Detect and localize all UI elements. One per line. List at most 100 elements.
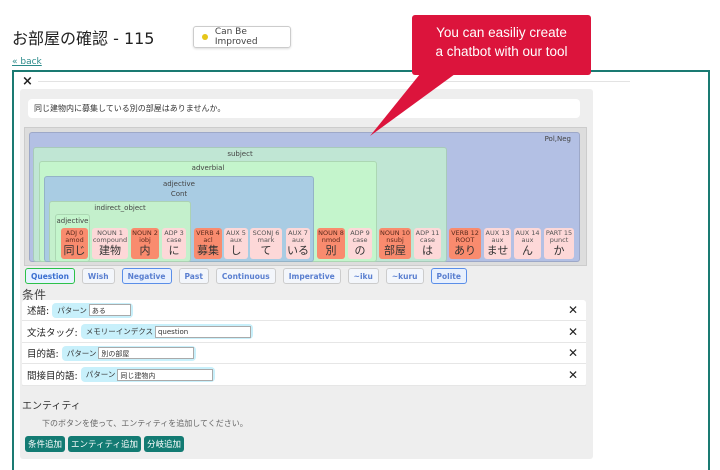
status-badge[interactable]: Can Be Improved <box>193 26 291 48</box>
token[interactable]: NOUN 2 iobj 内 <box>131 228 159 259</box>
token-word: あり <box>454 244 476 257</box>
token[interactable]: AUX 14 aux ん <box>514 228 541 259</box>
tag-negative[interactable]: Negative <box>121 268 172 284</box>
token[interactable]: ADP 9 case の <box>348 228 372 259</box>
token-dep: compound <box>92 236 128 244</box>
token-dep: aux <box>230 236 242 244</box>
token[interactable]: ADP 11 case は <box>414 228 441 259</box>
token-word: 部屋 <box>384 244 406 257</box>
tree-box-label: indirect_object <box>94 204 146 212</box>
tag-iku[interactable]: ~iku <box>347 268 379 284</box>
remove-condition-icon[interactable]: ✕ <box>568 346 578 360</box>
condition-row: 文法タッグ: メモリーインデクス question ✕ <box>22 322 586 343</box>
condition-type: パターン <box>66 348 97 358</box>
tree-box-label: adverbial <box>191 164 225 172</box>
remove-condition-icon[interactable]: ✕ <box>568 368 578 382</box>
token-word: ん <box>522 244 533 257</box>
token-dep: case <box>352 236 368 244</box>
remove-condition-icon[interactable]: ✕ <box>568 325 578 339</box>
add-entity-button[interactable]: エンティティ追加 <box>68 436 141 452</box>
tree-box-sublabel: Cont <box>170 190 188 198</box>
token-word: いる <box>287 244 309 257</box>
tag-imperative[interactable]: Imperative <box>282 268 341 284</box>
token-dep: amod <box>65 236 84 244</box>
token-word: 内 <box>139 244 151 257</box>
token-word: か <box>553 244 565 257</box>
add-condition-button[interactable]: 条件追加 <box>25 436 66 452</box>
condition-row: 間接目的語: パターン 同じ建物内 ✕ <box>22 365 586 386</box>
grammar-tags: Question Wish Negative Past Continuous Impera… <box>25 268 467 284</box>
tree-box-label: subject <box>227 150 253 158</box>
condition-label: 文法タッグ: <box>27 327 78 339</box>
token[interactable]: NOUN 8 nmod 別 <box>317 228 345 259</box>
callout-pointer <box>370 74 455 136</box>
token-dep: aux <box>521 236 534 244</box>
tag-polite[interactable]: Polite <box>430 268 467 284</box>
token-word: 建物 <box>99 244 121 257</box>
remove-condition-icon[interactable]: ✕ <box>568 303 578 317</box>
sentence-text: 同じ建物内に募集している別の部屋はありませんか。 <box>28 99 580 118</box>
token[interactable]: SCONJ 6 mark て <box>250 228 282 259</box>
token[interactable]: AUX 13 aux ませ <box>484 228 511 259</box>
token-dep: ROOT <box>455 236 475 244</box>
token[interactable]: VERB 4 acl 募集 <box>194 228 222 259</box>
callout-line: a chatbot with our tool <box>435 44 568 59</box>
action-buttons: 条件追加 エンティティ追加 分岐追加 <box>25 436 185 452</box>
condition-value-input[interactable]: question <box>154 325 251 338</box>
divider <box>38 81 630 82</box>
token[interactable]: AUX 7 aux いる <box>286 228 310 259</box>
promo-callout: You can easiliy create a chatbot with our… <box>412 15 591 75</box>
condition-type: パターン <box>57 305 87 315</box>
condition-pill: パターン 同じ建物内 <box>80 367 216 382</box>
token-word: 募集 <box>197 244 219 257</box>
token-dep: case <box>166 236 182 244</box>
tag-kuru[interactable]: ~kuru <box>385 268 424 284</box>
condition-value-input[interactable]: 同じ建物内 <box>117 368 214 381</box>
token-word: 同じ <box>63 244 86 257</box>
token-dep: nmod <box>321 236 341 244</box>
tree-box-label: Pol,Neg <box>544 135 571 143</box>
condition-row: 述語: パターン ある ✕ <box>22 300 586 321</box>
token-dep: punct <box>549 236 569 244</box>
token[interactable]: ADP 3 case に <box>162 228 186 259</box>
token-dep: case <box>420 236 435 244</box>
condition-pill: メモリーインデクス question <box>80 324 253 339</box>
condition-label: 述語: <box>27 306 50 317</box>
token-word: の <box>354 244 366 257</box>
token[interactable]: AUX 5 aux し <box>224 228 248 259</box>
token-dep: aux <box>292 236 304 244</box>
condition-value-input[interactable]: ある <box>88 304 131 316</box>
token-dep: mark <box>257 236 275 244</box>
token-word: は <box>422 244 433 257</box>
tag-wish[interactable]: Wish <box>81 268 115 284</box>
token[interactable]: PART 15 punct か <box>544 228 574 259</box>
back-link[interactable]: « back <box>12 57 42 67</box>
token-dep: nsubj <box>386 236 404 244</box>
condition-row: 目的語: パターン 別の部屋 ✕ <box>22 343 586 364</box>
token[interactable]: NOUN 1 compound 建物 <box>92 228 128 259</box>
entity-hint: 下のボタンを使って、エンティティを追加してください。 <box>42 419 248 428</box>
token[interactable]: NOUN 10 nsubj 部屋 <box>379 228 411 259</box>
status-label: Can Be Improved <box>214 27 258 47</box>
entity-title: エンティティ <box>22 401 81 412</box>
page-title: お部屋の確認 - 115 <box>12 29 155 48</box>
token[interactable]: ADJ 0 amod 同じ <box>61 228 88 259</box>
token-word: ませ <box>486 244 509 257</box>
tag-past[interactable]: Past <box>178 268 209 284</box>
condition-pill: パターン 別の部屋 <box>61 345 197 361</box>
close-icon[interactable]: × <box>22 74 33 89</box>
add-branch-button[interactable]: 分岐追加 <box>144 436 185 452</box>
tag-continuous[interactable]: Continuous <box>215 268 276 284</box>
condition-pill: パターン ある <box>52 302 133 318</box>
condition-value-input[interactable]: 別の部屋 <box>98 347 195 359</box>
token-dep: acl <box>203 236 213 244</box>
tag-question[interactable]: Question <box>25 268 75 284</box>
token-dep: aux <box>491 236 504 244</box>
token[interactable]: VERB 12 ROOT あり <box>449 228 481 259</box>
token-word: に <box>168 244 180 257</box>
condition-label: 目的語: <box>27 349 59 360</box>
status-dot-icon <box>202 34 208 40</box>
conditions-list: 述語: パターン ある ✕ 文法タッグ: メモリーインデクス question ✕ 目的語: パタ… <box>22 300 586 386</box>
callout-line: You can easiliy create <box>436 25 567 40</box>
tree-box-label: adjective <box>163 180 195 188</box>
